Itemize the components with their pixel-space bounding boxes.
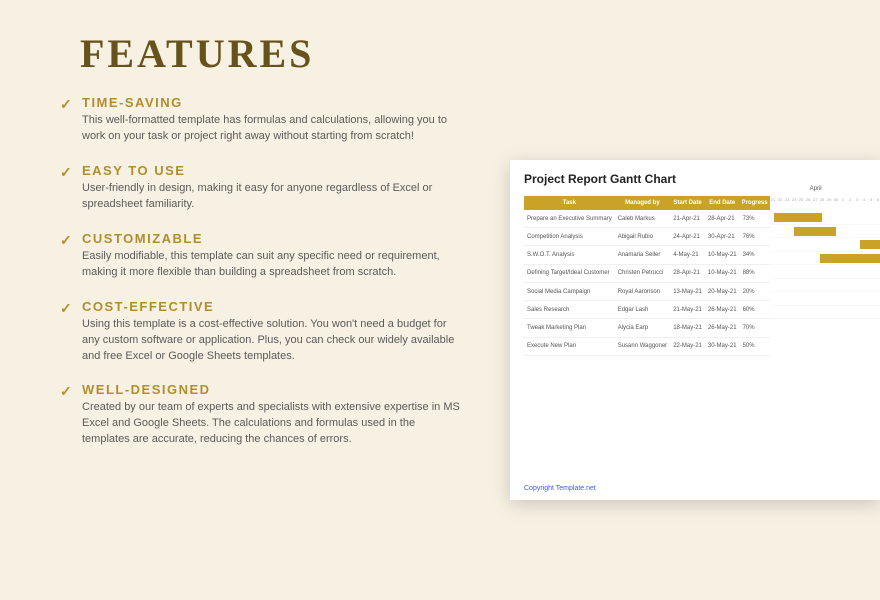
table-row: Defining Target/Ideal CustomerChristen P… (524, 264, 770, 282)
gantt-row (770, 211, 880, 225)
copyright-text: Copyright Template.net (524, 485, 596, 492)
cell: 18-May-21 (670, 319, 705, 337)
cell: Execute New Plan (524, 337, 615, 355)
feature-desc: This well-formatted template has formula… (82, 113, 460, 145)
cell: 34% (740, 246, 770, 264)
feature-title: WELL-DESIGNED (82, 382, 460, 397)
cell: Competition Analysis (524, 228, 615, 246)
cell: 20% (740, 282, 770, 300)
gantt-bar (820, 254, 880, 263)
check-icon: ✓ (60, 164, 72, 181)
cell: 28-Apr-21 (670, 264, 705, 282)
cell: 10-May-21 (705, 246, 740, 264)
gantt-bar (774, 213, 822, 222)
cell: 26-May-21 (705, 301, 740, 319)
table-header-row: Task Managed by Start Date End Date Prog… (524, 196, 770, 210)
cell: 73% (740, 210, 770, 228)
feature-item: ✓ COST-EFFECTIVE Using this template is … (60, 299, 460, 365)
cell: 88% (740, 264, 770, 282)
col-managed-by: Managed by (615, 196, 670, 210)
feature-desc: User-friendly in design, making it easy … (82, 181, 460, 213)
check-icon: ✓ (60, 96, 72, 113)
check-icon: ✓ (60, 383, 72, 400)
cell: Prepare an Executive Summary (524, 210, 615, 228)
cell: Susann Waggoner (615, 337, 670, 355)
gantt-row (770, 265, 880, 279)
table-row: Social Media CampaignRoyal Aaronson13-Ma… (524, 282, 770, 300)
cell: 22-May-21 (670, 337, 705, 355)
gantt-row (770, 238, 880, 252)
day-ruler: 21222324252627282930123456789 (770, 197, 880, 207)
feature-desc: Easily modifiable, this template can sui… (82, 249, 460, 281)
table-row: Competition AnalysisAbigail Rubio24-Apr-… (524, 228, 770, 246)
task-table: Task Managed by Start Date End Date Prog… (524, 196, 770, 356)
feature-title: EASY TO USE (82, 163, 460, 178)
cell: Alycia Earp (615, 319, 670, 337)
col-end: End Date (705, 196, 740, 210)
cell: 76% (740, 228, 770, 246)
cell: Abigail Rubio (615, 228, 670, 246)
features-list: ✓ TIME-SAVING This well-formatted templa… (60, 95, 460, 448)
gantt-row (770, 306, 880, 320)
table-row: Execute New PlanSusann Waggoner22-May-21… (524, 337, 770, 355)
feature-title: CUSTOMIZABLE (82, 231, 460, 246)
gantt-row (770, 252, 880, 266)
table-row: Tweak Marketing PlanAlycia Earp18-May-21… (524, 319, 770, 337)
col-task: Task (524, 196, 615, 210)
cell: 21-May-21 (670, 301, 705, 319)
cell: Christen Petrucci (615, 264, 670, 282)
feature-desc: Created by our team of experts and speci… (82, 400, 460, 448)
cell: Defining Target/Ideal Customer (524, 264, 615, 282)
cell: Royal Aaronson (615, 282, 670, 300)
gantt-row (770, 279, 880, 293)
cell: Social Media Campaign (524, 282, 615, 300)
cell: Anamaria Seller (615, 246, 670, 264)
table-row: S.W.O.T. AnalysisAnamaria Seller4-May-21… (524, 246, 770, 264)
cell: Edgar Lash (615, 301, 670, 319)
feature-title: COST-EFFECTIVE (82, 299, 460, 314)
cell: Sales Research (524, 301, 615, 319)
cell: 24-Apr-21 (670, 228, 705, 246)
cell: Caleb Markus (615, 210, 670, 228)
feature-title: TIME-SAVING (82, 95, 460, 110)
check-icon: ✓ (60, 232, 72, 249)
feature-item: ✓ CUSTOMIZABLE Easily modifiable, this t… (60, 231, 460, 281)
cell: 20-May-21 (705, 282, 740, 300)
cell: 70% (740, 319, 770, 337)
cell: 60% (740, 301, 770, 319)
cell: 4-May-21 (670, 246, 705, 264)
feature-item: ✓ TIME-SAVING This well-formatted templa… (60, 95, 460, 145)
cell: Tweak Marketing Plan (524, 319, 615, 337)
cell: 50% (740, 337, 770, 355)
table-row: Prepare an Executive SummaryCaleb Markus… (524, 210, 770, 228)
cell: 10-May-21 (705, 264, 740, 282)
gantt-row (770, 225, 880, 239)
cell: 28-Apr-21 (705, 210, 740, 228)
cell: 26-May-21 (705, 319, 740, 337)
gantt-timeline: April 21222324252627282930123456789 (770, 196, 880, 356)
cell: 13-May-21 (670, 282, 705, 300)
check-icon: ✓ (60, 300, 72, 317)
cell: 21-Apr-21 (670, 210, 705, 228)
col-start: Start Date (670, 196, 705, 210)
gantt-chart: Task Managed by Start Date End Date Prog… (524, 196, 880, 356)
col-progress: Progress (740, 196, 770, 210)
feature-desc: Using this template is a cost-effective … (82, 317, 460, 365)
page-title: FEATURES (80, 30, 880, 77)
gantt-bar (794, 227, 836, 236)
gantt-bar (860, 240, 880, 249)
chart-title: Project Report Gantt Chart (524, 172, 880, 186)
cell: S.W.O.T. Analysis (524, 246, 615, 264)
gantt-row (770, 292, 880, 306)
feature-item: ✓ WELL-DESIGNED Created by our team of e… (60, 382, 460, 448)
template-preview: Project Report Gantt Chart Task Managed … (510, 160, 880, 500)
feature-item: ✓ EASY TO USE User-friendly in design, m… (60, 163, 460, 213)
cell: 30-Apr-21 (705, 228, 740, 246)
month-label: April (810, 186, 822, 192)
cell: 30-May-21 (705, 337, 740, 355)
table-row: Sales ResearchEdgar Lash21-May-2126-May-… (524, 301, 770, 319)
